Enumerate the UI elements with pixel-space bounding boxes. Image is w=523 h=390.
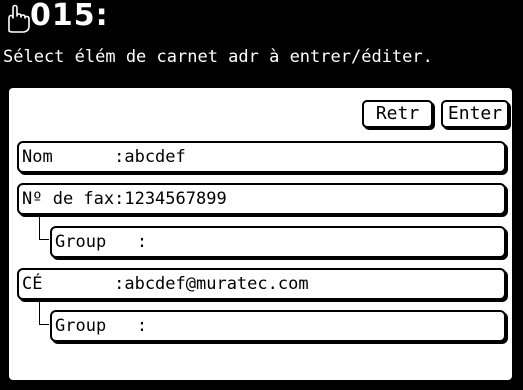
- tree-connector: [39, 217, 49, 240]
- address-book-panel: Retr Enter Nom :abcdef Nº de fax:1234567…: [7, 86, 514, 382]
- header-bar: 015: Sélect élém de carnet adr à entrer/…: [0, 0, 523, 80]
- email-field[interactable]: CÉ :abcdef@muratec.com: [17, 268, 506, 300]
- email-group-field[interactable]: Group :: [50, 310, 506, 342]
- tree-connector: [39, 302, 49, 325]
- enter-button[interactable]: Enter: [441, 100, 509, 128]
- screen-code: 015:: [30, 0, 109, 33]
- fax-group-field[interactable]: Group :: [50, 226, 506, 258]
- hand-pointer-icon: [8, 4, 30, 33]
- name-field[interactable]: Nom :abcdef: [17, 141, 506, 173]
- instruction-text: Sélect élém de carnet adr à entrer/édite…: [3, 47, 433, 67]
- fax-number-field[interactable]: Nº de fax:1234567899: [17, 183, 506, 215]
- retr-button[interactable]: Retr: [362, 100, 433, 128]
